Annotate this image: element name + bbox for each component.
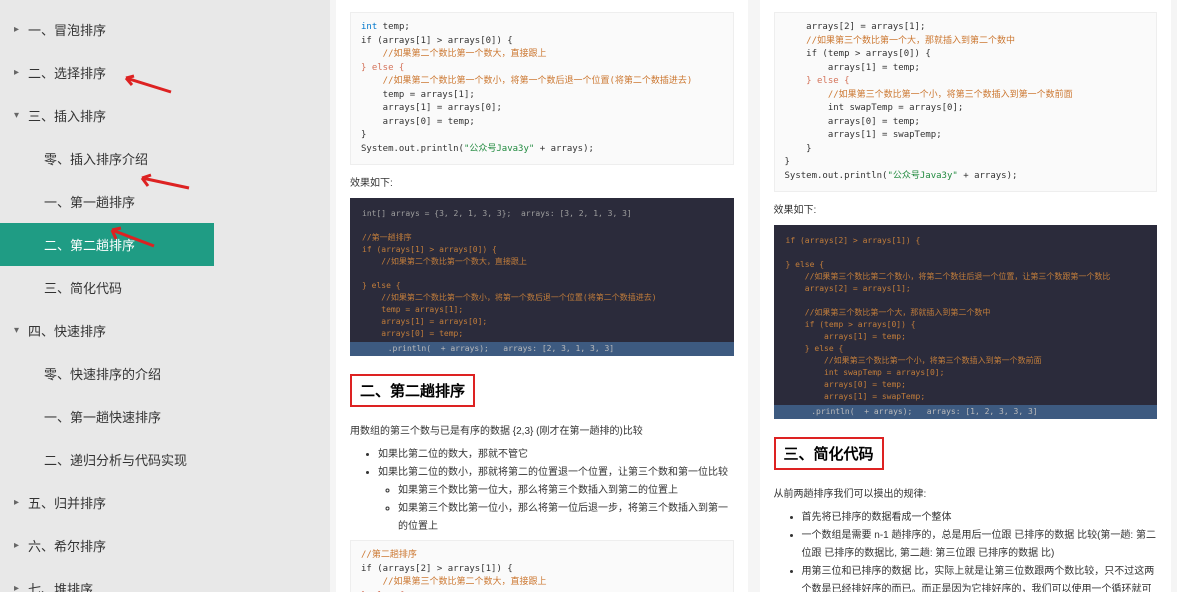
result-label-2: 效果如下:	[774, 202, 1158, 219]
list-item: 如果第三个数比第一位小，那么将第一位后退一步，将第三个数插入到第一的位置上	[398, 500, 734, 536]
chevron-icon: ▾	[14, 110, 24, 121]
sidebar-item-4[interactable]: 一、第一趟排序	[0, 180, 330, 223]
list-item: 如果第三个数比第一位大，那么将第三个数插入到第二的位置上	[398, 482, 734, 500]
content-area: int temp;if (arrays[1] > arrays[0]) { //…	[330, 0, 1177, 592]
sidebar-item-5[interactable]: 二、第二趟排序	[0, 223, 214, 266]
chevron-icon: ▸	[14, 24, 24, 35]
sidebar-item-label: 五、归并排序	[28, 493, 106, 512]
section-desc-1: 用数组的第三个数与已是有序的数据 {2,3} (刚才在第一趟排的)比较	[350, 423, 734, 440]
sidebar-item-label: 一、第一趟快速排序	[44, 407, 161, 426]
sidebar-item-label: 二、第二趟排序	[44, 235, 135, 254]
sidebar-item-13[interactable]: ▸ 七、堆排序	[0, 567, 330, 592]
sidebar-item-3[interactable]: 零、插入排序介绍	[0, 137, 330, 180]
section-desc-2: 从前两趟排序我们可以摸出的规律:	[774, 486, 1158, 503]
sidebar-item-1[interactable]: ▸ 二、选择排序	[0, 51, 330, 94]
sidebar-item-label: 四、快速排序	[28, 321, 106, 340]
sidebar-item-label: 一、冒泡排序	[28, 20, 106, 39]
sidebar-item-label: 二、选择排序	[28, 63, 106, 82]
output-screenshot-1: int[] arrays = {3, 2, 1, 3, 3}; arrays: …	[350, 198, 734, 356]
sidebar: ▸ 一、冒泡排序 ▸ 二、选择排序 ▾ 三、插入排序零、插入排序介绍一、第一趟排序二、第二…	[0, 0, 330, 592]
sidebar-item-0[interactable]: ▸ 一、冒泡排序	[0, 8, 330, 51]
chevron-icon: ▸	[14, 497, 24, 508]
sidebar-item-label: 三、插入排序	[28, 106, 106, 125]
code-block-3: arrays[2] = arrays[1]; //如果第三个数比第一个大，那就插…	[774, 12, 1158, 192]
sidebar-item-8[interactable]: 零、快速排序的介绍	[0, 352, 330, 395]
sidebar-item-label: 六、希尔排序	[28, 536, 106, 555]
sidebar-item-label: 零、插入排序介绍	[44, 149, 148, 168]
page-right: arrays[2] = arrays[1]; //如果第三个数比第一个大，那就插…	[760, 0, 1172, 592]
sidebar-item-2[interactable]: ▾ 三、插入排序	[0, 94, 330, 137]
section-title-2: 三、简化代码	[774, 437, 884, 470]
page-left: int temp;if (arrays[1] > arrays[0]) { //…	[336, 0, 748, 592]
chevron-icon: ▸	[14, 583, 24, 592]
section-title-1: 二、第二趟排序	[350, 374, 475, 407]
sidebar-item-label: 三、简化代码	[44, 278, 122, 297]
sidebar-item-label: 零、快速排序的介绍	[44, 364, 161, 383]
chevron-icon: ▸	[14, 540, 24, 551]
code-block-2: //第二趟排序if (arrays[2] > arrays[1]) { //如果…	[350, 540, 734, 592]
output-screenshot-2: if (arrays[2] > arrays[1]) { } else { //…	[774, 225, 1158, 419]
code-block-1: int temp;if (arrays[1] > arrays[0]) { //…	[350, 12, 734, 165]
sidebar-item-label: 一、第一趟排序	[44, 192, 135, 211]
list-item: 首先将已排序的数据看成一个整体	[802, 509, 1158, 527]
sidebar-item-12[interactable]: ▸ 六、希尔排序	[0, 524, 330, 567]
sidebar-item-label: 七、堆排序	[28, 579, 93, 592]
sidebar-item-10[interactable]: 二、递归分析与代码实现	[0, 438, 330, 481]
sidebar-item-9[interactable]: 一、第一趟快速排序	[0, 395, 330, 438]
bullet-list-2: 首先将已排序的数据看成一个整体 一个数组是需要 n-1 趟排序的，总是用后一位跟…	[774, 509, 1158, 592]
list-item: 如果比第二位的数小，那就将第二的位置退一个位置，让第三个数和第一位比较	[378, 464, 734, 482]
result-label-1: 效果如下:	[350, 175, 734, 192]
chevron-icon: ▾	[14, 325, 24, 336]
list-item: 用第三位和已排序的数据 比，实际上就是让第三位数跟两个数比较，只不过这两个数是已…	[802, 563, 1158, 592]
chevron-icon: ▸	[14, 67, 24, 78]
sidebar-item-label: 二、递归分析与代码实现	[44, 450, 187, 469]
sidebar-item-7[interactable]: ▾ 四、快速排序	[0, 309, 330, 352]
sidebar-item-6[interactable]: 三、简化代码	[0, 266, 330, 309]
sidebar-item-11[interactable]: ▸ 五、归并排序	[0, 481, 330, 524]
list-item: 如果比第二位的数大，那就不管它	[378, 446, 734, 464]
bullet-list-1: 如果比第二位的数大，那就不管它 如果比第二位的数小，那就将第二的位置退一个位置，…	[350, 446, 734, 536]
list-item: 一个数组是需要 n-1 趟排序的，总是用后一位跟 已排序的数据 比较(第一趟: …	[802, 527, 1158, 563]
